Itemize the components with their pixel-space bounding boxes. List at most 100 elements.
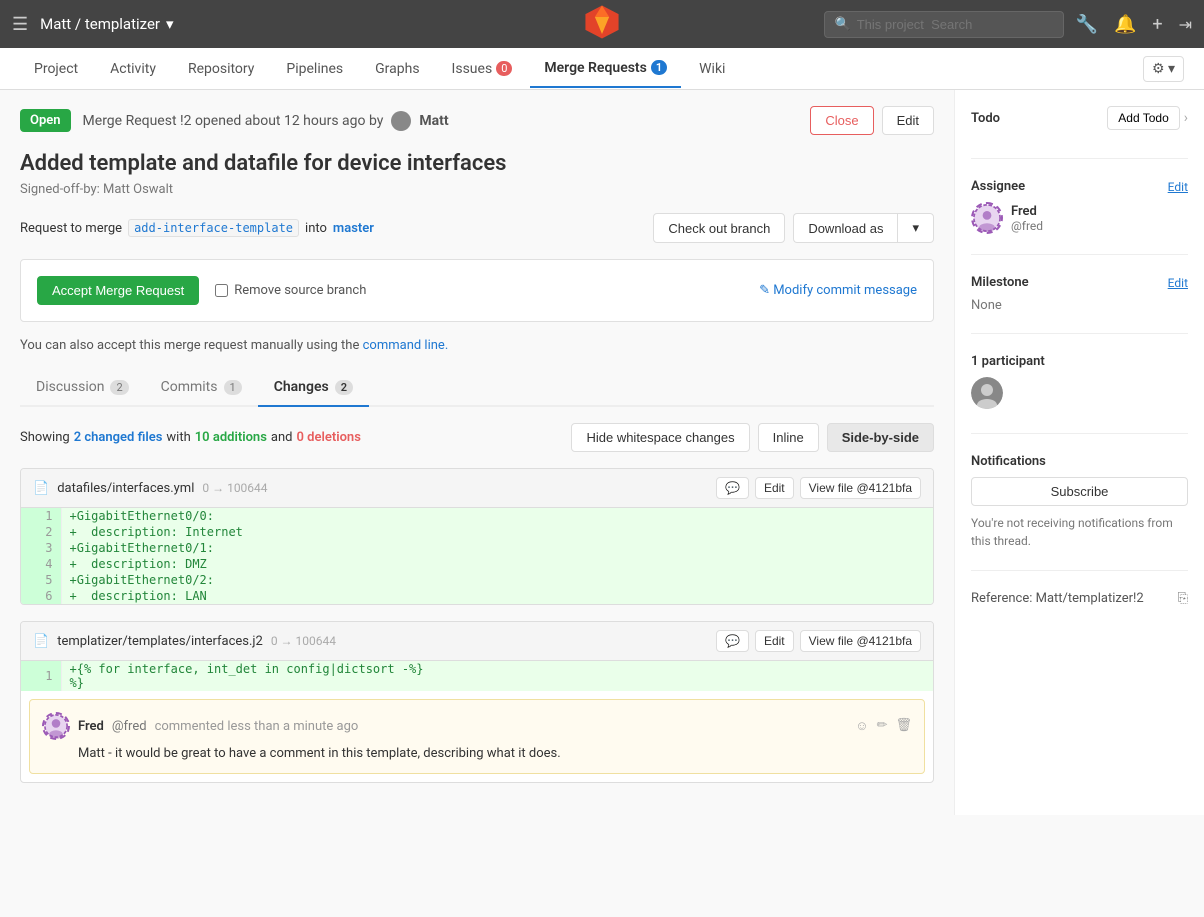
reference-row: Reference: Matt/templatizer!2 ⎘ bbox=[971, 591, 1188, 606]
notifications-label: Notifications bbox=[971, 454, 1188, 469]
brand-link[interactable]: Matt / templatizer ▾ bbox=[40, 15, 173, 33]
wrench-icon[interactable]: 🔧 bbox=[1076, 14, 1098, 35]
signout-icon[interactable]: ⇥ bbox=[1179, 15, 1192, 34]
file-diff-1-header-right: 💬 Edit View file @4121bfa bbox=[716, 477, 921, 499]
nav-repository[interactable]: Repository bbox=[174, 51, 268, 87]
file-1-view-button[interactable]: View file @4121bfa bbox=[800, 477, 921, 499]
changes-count: 2 bbox=[335, 380, 353, 395]
source-branch[interactable]: add-interface-template bbox=[128, 219, 299, 237]
mr-badge: 1 bbox=[651, 60, 667, 75]
diff-stats-left: Showing 2 changed files with 10 addition… bbox=[20, 430, 361, 445]
plus-icon[interactable]: + bbox=[1152, 14, 1162, 35]
mr-subtitle: Signed-off-by: Matt Oswalt bbox=[20, 182, 934, 197]
diff-table-2: 1 +{% for interface, int_det in config|d… bbox=[21, 661, 933, 691]
sidebar-assignee: Assignee Edit Fred @fred bbox=[971, 179, 1188, 255]
remove-source-checkbox[interactable] bbox=[215, 284, 228, 297]
edit-button[interactable]: Edit bbox=[882, 106, 934, 135]
todo-title: Todo bbox=[971, 111, 1000, 126]
file-2-view-button[interactable]: View file @4121bfa bbox=[800, 630, 921, 652]
file-1-revision: 0 → 100644 bbox=[202, 481, 267, 495]
changed-files[interactable]: 2 changed files bbox=[74, 430, 163, 445]
file-diff-1-header: 📄 datafiles/interfaces.yml 0 → 100644 💬 … bbox=[21, 469, 933, 508]
subscribe-button[interactable]: Subscribe bbox=[971, 477, 1188, 506]
status-badge: Open bbox=[20, 109, 71, 132]
tab-changes[interactable]: Changes 2 bbox=[258, 369, 369, 407]
file-2-comment-button[interactable]: 💬 bbox=[716, 630, 749, 652]
diff-row: 1 +{% for interface, int_det in config|d… bbox=[21, 661, 933, 691]
comment-actions: ☺ ✏ 🗑 bbox=[855, 718, 912, 734]
inline-view-button[interactable]: Inline bbox=[758, 423, 819, 452]
file-1-edit-button[interactable]: Edit bbox=[755, 477, 794, 499]
top-nav: ☰ Matt / templatizer ▾ 🔍 🔧 🔔 + ⇥ bbox=[0, 0, 1204, 48]
file-1-comment-button[interactable]: 💬 bbox=[716, 477, 749, 499]
add-todo-button[interactable]: Add Todo bbox=[1107, 106, 1180, 130]
remove-source-label[interactable]: Remove source branch bbox=[215, 283, 366, 298]
diff-row: 5 +GigabitEthernet0/2: bbox=[21, 572, 933, 588]
content-area: Open Merge Request !2 opened about 12 ho… bbox=[0, 90, 954, 815]
tab-discussion[interactable]: Discussion 2 bbox=[20, 369, 145, 405]
close-button[interactable]: Close bbox=[810, 106, 873, 135]
author-avatar bbox=[391, 111, 411, 131]
delete-comment-icon[interactable]: 🗑 bbox=[895, 718, 912, 734]
modify-commit-link[interactable]: ✎ Modify commit message bbox=[759, 283, 917, 298]
copy-reference-icon[interactable]: ⎘ bbox=[1178, 591, 1188, 606]
tab-commits[interactable]: Commits 1 bbox=[145, 369, 258, 405]
logo bbox=[584, 4, 620, 44]
comment-box: Fred @fred commented less than a minute … bbox=[29, 699, 925, 774]
file-2-edit-button[interactable]: Edit bbox=[755, 630, 794, 652]
todo-expand-icon[interactable]: › bbox=[1184, 110, 1188, 126]
download-chevron[interactable]: ▾ bbox=[897, 213, 934, 243]
diff-stats: Showing 2 changed files with 10 addition… bbox=[20, 423, 934, 452]
accept-box-left: Accept Merge Request Remove source branc… bbox=[37, 276, 366, 305]
side-by-side-button[interactable]: Side-by-side bbox=[827, 423, 934, 452]
assignee-label: Assignee Edit bbox=[971, 179, 1188, 194]
emoji-icon[interactable]: ☺ bbox=[855, 718, 868, 734]
hide-whitespace-button[interactable]: Hide whitespace changes bbox=[571, 423, 749, 452]
comment-body: Matt - it would be great to have a comme… bbox=[78, 746, 912, 761]
milestone-edit-link[interactable]: Edit bbox=[1168, 276, 1188, 290]
accept-merge-button[interactable]: Accept Merge Request bbox=[37, 276, 199, 305]
notifications-text: You're not receiving notifications from … bbox=[971, 514, 1188, 550]
merge-info-row: Request to merge add-interface-template … bbox=[20, 213, 934, 243]
deletions-count: 0 deletions bbox=[296, 430, 360, 445]
nav-merge-requests[interactable]: Merge Requests 1 bbox=[530, 50, 681, 88]
edit-comment-icon[interactable]: ✏ bbox=[877, 718, 888, 734]
tabs: Discussion 2 Commits 1 Changes 2 bbox=[20, 369, 934, 407]
diff-row: 1 +GigabitEthernet0/0: bbox=[21, 508, 933, 524]
second-nav: Project Activity Repository Pipelines Gr… bbox=[0, 48, 1204, 90]
settings-button[interactable]: ⚙ ▾ bbox=[1143, 56, 1184, 82]
assignee-name: Fred bbox=[1011, 204, 1043, 219]
diff-view-buttons: Hide whitespace changes Inline Side-by-s… bbox=[571, 423, 934, 452]
nav-issues[interactable]: Issues 0 bbox=[438, 51, 527, 87]
mr-status-header: Open Merge Request !2 opened about 12 ho… bbox=[20, 106, 934, 135]
nav-activity[interactable]: Activity bbox=[96, 51, 170, 87]
cmd-line-link[interactable]: command line. bbox=[363, 338, 449, 353]
file-2-revision: 0 → 100644 bbox=[271, 634, 336, 648]
comment-author: Fred bbox=[78, 719, 104, 734]
assignee-edit-link[interactable]: Edit bbox=[1168, 180, 1188, 194]
participant-avatar bbox=[971, 377, 1188, 413]
search-box[interactable]: 🔍 bbox=[824, 11, 1064, 38]
checkout-branch-button[interactable]: Check out branch bbox=[653, 213, 785, 243]
reference-text: Reference: Matt/templatizer!2 bbox=[971, 591, 1144, 606]
sidebar-reference: Reference: Matt/templatizer!2 ⎘ bbox=[971, 591, 1188, 626]
comment-avatar bbox=[42, 712, 70, 740]
nav-pipelines[interactable]: Pipelines bbox=[272, 51, 357, 87]
comment-time: commented less than a minute ago bbox=[155, 719, 359, 734]
hamburger-icon[interactable]: ☰ bbox=[12, 14, 28, 35]
bell-icon[interactable]: 🔔 bbox=[1114, 14, 1136, 35]
search-input[interactable] bbox=[857, 17, 1037, 32]
assignee-handle: @fred bbox=[1011, 219, 1043, 233]
nav-project[interactable]: Project bbox=[20, 51, 92, 87]
author-name: Matt bbox=[419, 113, 448, 129]
cmd-line-text: You can also accept this merge request m… bbox=[20, 338, 934, 353]
file-diff-1-header-left: 📄 datafiles/interfaces.yml 0 → 100644 bbox=[33, 481, 268, 496]
sidebar-notifications: Notifications Subscribe You're not recei… bbox=[971, 454, 1188, 571]
assignee-avatar bbox=[971, 202, 1003, 234]
nav-wiki[interactable]: Wiki bbox=[685, 51, 739, 87]
file-diff-1: 📄 datafiles/interfaces.yml 0 → 100644 💬 … bbox=[20, 468, 934, 605]
target-branch: master bbox=[333, 221, 374, 236]
nav-graphs[interactable]: Graphs bbox=[361, 51, 433, 87]
sidebar-milestone: Milestone Edit None bbox=[971, 275, 1188, 334]
download-button[interactable]: Download as bbox=[793, 213, 897, 243]
